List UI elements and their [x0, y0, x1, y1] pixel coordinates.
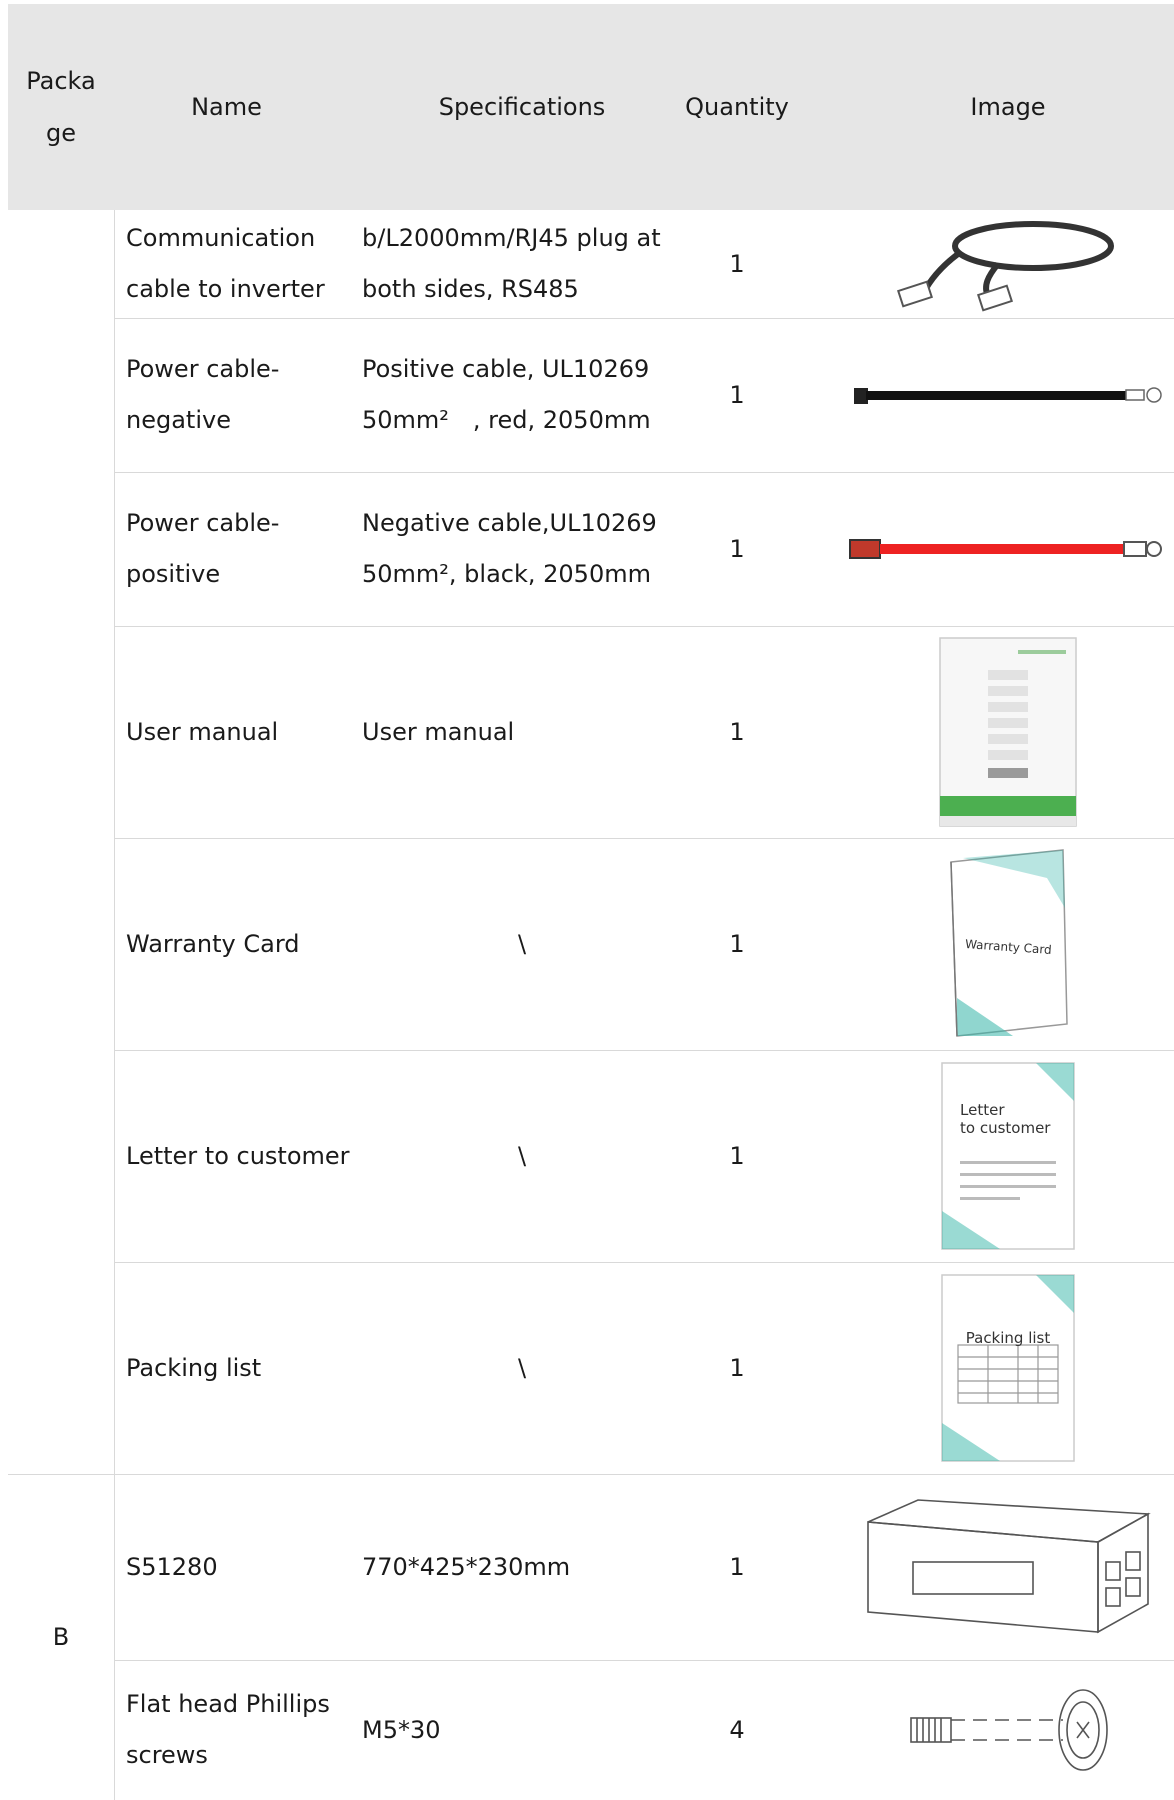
item-quantity: 1 [729, 1353, 745, 1382]
package-label: B [52, 1623, 70, 1651]
item-name: Packing list [126, 1353, 262, 1382]
item-quantity: 1 [729, 717, 745, 746]
item-spec: \ [517, 1353, 527, 1382]
item-name: Letter to customer [126, 1141, 350, 1170]
item-quantity: 1 [729, 380, 745, 409]
item-name: Flat head Phillips screws [126, 1690, 330, 1769]
item-name: User manual [126, 717, 279, 746]
letter-text-line2: to customer [960, 1119, 1051, 1137]
packing-list-text: Packing list [965, 1329, 1051, 1347]
header-name: Name [191, 93, 262, 121]
packing-list-icon: Packing list [842, 1262, 1174, 1474]
item-name: Power cable-negative [126, 355, 280, 434]
item-name: Warranty Card [126, 929, 300, 958]
item-quantity: 1 [729, 534, 745, 563]
red-power-cable-icon [842, 472, 1174, 626]
item-quantity: 4 [729, 1715, 745, 1744]
table-row: Power cable-positive Negative cable,UL10… [114, 472, 1174, 627]
letter-icon: Letter to customer [842, 1050, 1174, 1262]
table-row: Warranty Card \ 1 Warranty Card [114, 838, 1174, 1051]
network-cable-icon [842, 210, 1174, 318]
item-spec: 770*425*230mm [362, 1552, 571, 1581]
battery-box-icon [842, 1474, 1174, 1660]
item-spec: Positive cable, UL10269 50mm² , red, 205… [362, 355, 651, 434]
header-quantity: Quantity [685, 93, 789, 121]
item-quantity: 1 [729, 1141, 745, 1170]
item-name: S51280 [126, 1552, 218, 1581]
item-spec: \ [517, 1141, 527, 1170]
table-row: Packing list \ 1 Packing list [114, 1262, 1174, 1475]
item-spec: b/L2000mm/RJ45 plug at both sides, RS485 [362, 224, 661, 303]
table-row: S51280 770*425*230mm 1 [114, 1474, 1174, 1661]
warranty-card-icon: Warranty Card [842, 838, 1174, 1050]
item-spec: \ [517, 929, 527, 958]
black-power-cable-icon [842, 318, 1174, 472]
item-quantity: 1 [729, 249, 745, 278]
warranty-card-text: Warranty Card [964, 936, 1053, 958]
table-row: Communication cable to inverter b/L2000m… [114, 210, 1174, 319]
header-image: Image [970, 93, 1046, 121]
item-spec: M5*30 [362, 1715, 441, 1744]
item-name: Communication cable to inverter [126, 224, 325, 303]
item-quantity: 1 [729, 929, 745, 958]
user-manual-icon [842, 626, 1174, 838]
item-spec: Negative cable,UL10269 50mm², black, 205… [362, 509, 657, 588]
item-name: Power cable-positive [126, 509, 280, 588]
item-spec: User manual [362, 717, 515, 746]
header-specifications: Specifications [438, 93, 606, 121]
letter-text-line1: Letter [960, 1101, 1005, 1119]
table-row: User manual User manual 1 [114, 626, 1174, 839]
item-quantity: 1 [729, 1552, 745, 1581]
screw-icon [842, 1660, 1174, 1800]
header-package: Packa ge [26, 67, 96, 147]
table-row: Power cable-negative Positive cable, UL1… [114, 318, 1174, 473]
table-row: Flat head Phillips screws M5*30 4 [114, 1660, 1174, 1800]
table-header: Packa ge Name Specifications Quantity Im… [8, 4, 1174, 210]
table-row: Letter to customer \ 1 Letter to custome… [114, 1050, 1174, 1263]
letter-text: Letter to customer [960, 1101, 1050, 1137]
